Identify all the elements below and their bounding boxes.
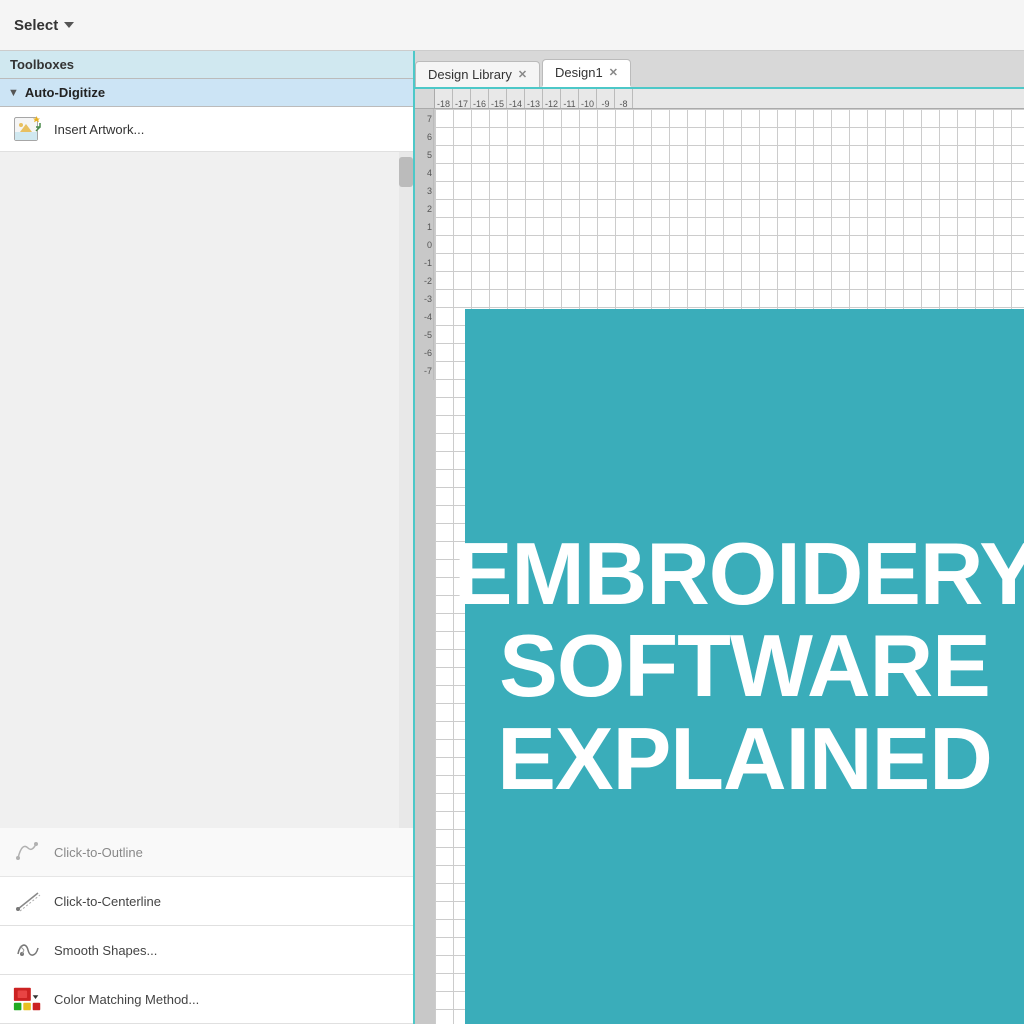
ruler-tick-left: -2 bbox=[416, 270, 434, 290]
click-centerline-icon bbox=[12, 885, 44, 917]
tab-design-library[interactable]: Design Library ✕ bbox=[415, 61, 540, 87]
smooth-shapes-label: Smooth Shapes... bbox=[54, 943, 157, 958]
ruler-top: -18-17-16-15-14-13-12-11-10-9-8 bbox=[435, 89, 1024, 109]
ruler-tick-left: 6 bbox=[416, 126, 434, 146]
ruler-tick-top: -18 bbox=[435, 89, 453, 109]
ruler-tick-left: 1 bbox=[416, 216, 434, 236]
ruler-tick-left: 5 bbox=[416, 144, 434, 164]
ruler-tick-top: -13 bbox=[525, 89, 543, 109]
select-label: Select bbox=[14, 17, 58, 34]
ruler-tick-left: -5 bbox=[416, 324, 434, 344]
tab-design1[interactable]: Design1 ✕ bbox=[542, 59, 631, 87]
ruler-tick-left: -3 bbox=[416, 288, 434, 308]
smooth-shapes-icon bbox=[12, 934, 44, 966]
dropdown-arrow-icon bbox=[64, 22, 74, 28]
tab-design-library-label: Design Library bbox=[428, 67, 512, 82]
insert-artwork-item[interactable]: Insert Artwork... bbox=[0, 107, 413, 152]
click-outline-label: Click-to-Outline bbox=[54, 845, 143, 860]
select-button[interactable]: Select bbox=[8, 13, 80, 38]
tab-design1-close[interactable]: ✕ bbox=[609, 66, 618, 79]
overlay-card: EMBROIDERY SOFTWARE EXPLAINED bbox=[465, 309, 1024, 1024]
ruler-tick-left: -4 bbox=[416, 306, 434, 326]
click-centerline-item[interactable]: Click-to-Centerline bbox=[0, 877, 413, 926]
click-outline-item[interactable]: Click-to-Outline bbox=[0, 828, 413, 877]
ruler-tick-left: 3 bbox=[416, 180, 434, 200]
overlay-title: EMBROIDERY SOFTWARE EXPLAINED bbox=[424, 508, 1024, 825]
ruler-tick-top: -12 bbox=[543, 89, 561, 109]
ruler-tick-top: -16 bbox=[471, 89, 489, 109]
top-toolbar: Select bbox=[0, 0, 1024, 51]
ruler-tick-top: -11 bbox=[561, 89, 579, 109]
auto-digitize-label: Auto-Digitize bbox=[25, 85, 105, 100]
ruler-tick-left: -1 bbox=[416, 252, 434, 272]
ruler-tick-left: 4 bbox=[416, 162, 434, 182]
toolboxes-header: Toolboxes bbox=[0, 51, 413, 79]
toolboxes-label: Toolboxes bbox=[10, 57, 74, 72]
click-outline-icon bbox=[12, 836, 44, 868]
color-matching-item[interactable]: Color Matching Method... bbox=[0, 975, 413, 1024]
right-panel: Design Library ✕ Design1 ✕ -18-17-16-15-… bbox=[415, 51, 1024, 1024]
ruler-tick-left: 2 bbox=[416, 198, 434, 218]
ruler-tick-top: -10 bbox=[579, 89, 597, 109]
insert-artwork-label: Insert Artwork... bbox=[54, 122, 144, 137]
main-layout: Toolboxes ▼ Auto-Digitize bbox=[0, 51, 1024, 1024]
click-centerline-label: Click-to-Centerline bbox=[54, 894, 161, 909]
ruler-tick-left: -6 bbox=[416, 342, 434, 362]
ruler-tick-top: -14 bbox=[507, 89, 525, 109]
ruler-tick-top: -17 bbox=[453, 89, 471, 109]
tabs-bar: Design Library ✕ Design1 ✕ bbox=[415, 51, 1024, 89]
color-matching-label: Color Matching Method... bbox=[54, 992, 199, 1007]
auto-digitize-section: ▼ Auto-Digitize bbox=[0, 79, 413, 152]
tab-design-library-close[interactable]: ✕ bbox=[518, 68, 527, 81]
insert-artwork-icon bbox=[12, 113, 44, 145]
ruler-tick-left: -7 bbox=[416, 360, 434, 380]
ruler-tick-top: -8 bbox=[615, 89, 633, 109]
smooth-shapes-item[interactable]: Smooth Shapes... bbox=[0, 926, 413, 975]
collapse-arrow-icon: ▼ bbox=[8, 87, 19, 99]
left-panel: Toolboxes ▼ Auto-Digitize bbox=[0, 51, 415, 1024]
canvas-area: -18-17-16-15-14-13-12-11-10-9-8 76543210… bbox=[415, 89, 1024, 1024]
tab-design1-label: Design1 bbox=[555, 65, 603, 80]
ruler-tick-top: -9 bbox=[597, 89, 615, 109]
ruler-tick-left: 0 bbox=[416, 234, 434, 254]
auto-digitize-header[interactable]: ▼ Auto-Digitize bbox=[0, 79, 413, 107]
ruler-tick-top: -15 bbox=[489, 89, 507, 109]
ruler-corner bbox=[415, 89, 435, 109]
color-matching-icon bbox=[12, 983, 44, 1015]
